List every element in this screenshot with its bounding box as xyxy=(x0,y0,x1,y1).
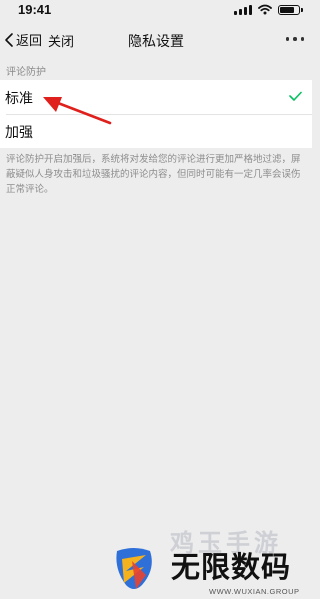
cellular-signal-icon xyxy=(234,4,252,15)
watermark-logo-icon xyxy=(116,548,152,589)
option-enhanced[interactable]: 加强 xyxy=(0,114,312,148)
option-standard[interactable]: 标准 xyxy=(0,80,312,114)
status-bar: 19:41 xyxy=(0,0,312,20)
watermark-url: WWW.WUXIAN.GROUP xyxy=(209,587,300,596)
battery-icon xyxy=(278,4,303,15)
option-label: 加强 xyxy=(5,125,33,141)
status-icons xyxy=(234,4,303,15)
nav-bar: 返回 关闭 隐私设置 xyxy=(0,20,312,62)
watermark-title: 无限数码 xyxy=(171,550,292,584)
more-options-button[interactable] xyxy=(285,37,304,41)
description-text: 评论防护开启加强后，系统将对发给您的评论进行更加严格地过滤，屏蔽疑似人身攻击和垃… xyxy=(6,154,301,195)
section-header: 评论防护 xyxy=(6,67,46,78)
option-label: 标准 xyxy=(5,91,33,107)
status-time: 19:41 xyxy=(18,2,52,17)
more-dot-icon xyxy=(285,37,289,41)
more-dot-icon xyxy=(293,37,297,41)
checkmark-icon xyxy=(289,91,302,101)
page-title: 隐私设置 xyxy=(128,34,184,50)
more-dot-icon xyxy=(300,37,304,41)
option-list: 标准 加强 xyxy=(0,80,312,148)
wifi-icon xyxy=(258,4,272,15)
